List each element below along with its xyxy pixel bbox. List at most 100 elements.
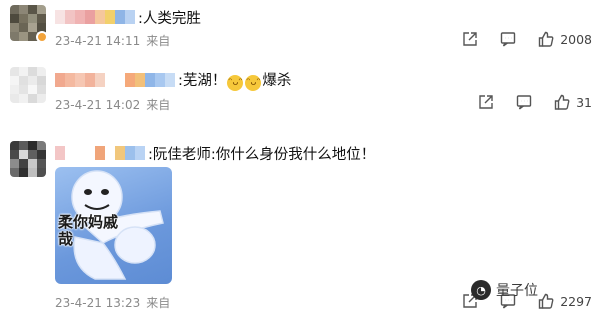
mosaic-cell bbox=[19, 32, 28, 41]
username-pixel bbox=[115, 10, 125, 24]
haha-emoji-icon: ᵔᴗᵔ bbox=[227, 75, 244, 91]
username-pixel bbox=[105, 10, 115, 24]
mosaic-cell bbox=[10, 67, 19, 76]
mosaic-cell bbox=[10, 5, 19, 14]
mosaic-cell bbox=[10, 94, 19, 103]
mosaic-cell bbox=[37, 150, 46, 159]
mosaic-cell bbox=[28, 23, 37, 32]
avatar[interactable] bbox=[10, 141, 46, 177]
mosaic-cell bbox=[19, 150, 28, 159]
mosaic-cell bbox=[37, 5, 46, 14]
username-pixel bbox=[65, 146, 75, 160]
comment-source: 来自 bbox=[146, 34, 171, 48]
watermark: ◔ 量子位 bbox=[471, 280, 538, 300]
comment-time: 23-4-21 14:11 bbox=[55, 34, 141, 48]
mosaic-cell bbox=[37, 159, 46, 168]
mosaic-cell bbox=[10, 14, 19, 23]
like-button[interactable]: 31 bbox=[553, 93, 592, 111]
like-button[interactable]: 2008 bbox=[537, 30, 592, 48]
username-pixel bbox=[135, 73, 145, 87]
username-pixel bbox=[55, 73, 65, 87]
avatar-mosaic bbox=[10, 141, 46, 177]
mosaic-cell bbox=[19, 168, 28, 177]
mosaic-cell bbox=[28, 141, 37, 150]
mosaic-cell bbox=[28, 67, 37, 76]
mosaic-cell bbox=[19, 23, 28, 32]
comment-meta: 23-4-21 14:11 来自 bbox=[55, 32, 170, 49]
mosaic-cell bbox=[28, 14, 37, 23]
comment-text-end: 爆杀 bbox=[262, 73, 292, 89]
like-count: 2008 bbox=[560, 31, 592, 47]
mosaic-cell bbox=[19, 159, 28, 168]
username-pixel bbox=[95, 10, 105, 24]
comment-button[interactable] bbox=[515, 93, 533, 111]
username-pixel bbox=[95, 146, 105, 160]
username-pixel bbox=[105, 73, 115, 87]
mosaic-cell bbox=[19, 5, 28, 14]
like-count: 31 bbox=[576, 94, 592, 110]
mosaic-cell bbox=[37, 67, 46, 76]
haha-emoji-icon: ᵔᴗᵔ bbox=[245, 75, 262, 91]
share-icon bbox=[461, 30, 479, 48]
mosaic-cell bbox=[28, 5, 37, 14]
username-pixel bbox=[165, 73, 175, 87]
watermark-text: 量子位 bbox=[496, 283, 538, 299]
comment-meta: 23-4-21 13:23 来自 bbox=[55, 294, 170, 311]
thumbs-up-icon bbox=[537, 292, 555, 310]
mosaic-cell bbox=[28, 159, 37, 168]
sticker-image[interactable]: 柔你妈戚哉 bbox=[55, 167, 172, 284]
thumbs-up-icon bbox=[537, 30, 555, 48]
mosaic-cell bbox=[19, 94, 28, 103]
mosaic-cell bbox=[28, 94, 37, 103]
comment-time: 23-4-21 13:23 bbox=[55, 296, 141, 310]
username-pixel bbox=[135, 146, 145, 160]
comment-source: 来自 bbox=[146, 98, 171, 112]
comment-source: 来自 bbox=[146, 296, 171, 310]
mosaic-cell bbox=[10, 150, 19, 159]
username-pixel bbox=[65, 73, 75, 87]
mosaic-cell bbox=[37, 76, 46, 85]
mosaic-cell bbox=[19, 76, 28, 85]
share-button[interactable] bbox=[461, 30, 479, 48]
username-pixel bbox=[115, 73, 125, 87]
comment-button[interactable] bbox=[499, 30, 517, 48]
mosaic-cell bbox=[28, 150, 37, 159]
username-pixel bbox=[75, 146, 85, 160]
mosaic-cell bbox=[19, 85, 28, 94]
comment-text-start: :芜湖！ bbox=[178, 73, 227, 89]
mosaic-cell bbox=[28, 85, 37, 94]
comment-text: :人类完胜 bbox=[138, 10, 201, 27]
mosaic-cell bbox=[19, 67, 28, 76]
avatar[interactable] bbox=[10, 67, 46, 103]
verified-badge-icon bbox=[36, 31, 48, 43]
username-pixel bbox=[115, 146, 125, 160]
avatar-mosaic bbox=[10, 67, 46, 103]
mosaic-cell bbox=[10, 23, 19, 32]
username-blurred[interactable] bbox=[55, 10, 135, 24]
comment-icon bbox=[499, 30, 517, 48]
mosaic-cell bbox=[10, 159, 19, 168]
username-pixel bbox=[75, 10, 85, 24]
thumbs-up-icon bbox=[553, 93, 571, 111]
share-button[interactable] bbox=[477, 93, 495, 111]
username-pixel bbox=[145, 73, 155, 87]
mosaic-cell bbox=[28, 76, 37, 85]
mosaic-cell bbox=[19, 141, 28, 150]
mosaic-cell bbox=[37, 168, 46, 177]
mosaic-cell bbox=[10, 168, 19, 177]
comment-item: :芜湖！ ᵔᴗᵔ ᵔᴗᵔ 爆杀 23-4-21 14:02 来自 31 bbox=[0, 60, 600, 122]
wechat-icon: ◔ bbox=[471, 280, 491, 300]
username-pixel bbox=[65, 10, 75, 24]
mosaic-cell bbox=[10, 76, 19, 85]
like-button[interactable]: 2297 bbox=[537, 292, 592, 310]
username-pixel bbox=[85, 73, 95, 87]
username-blurred[interactable] bbox=[55, 73, 175, 87]
comment-header: :芜湖！ ᵔᴗᵔ ᵔᴗᵔ 爆杀 bbox=[55, 70, 292, 91]
comment-header: :阮佳老师:你什么身份我什么地位！ bbox=[55, 143, 375, 163]
username-blurred[interactable] bbox=[55, 146, 145, 160]
comment-text: :阮佳老师:你什么身份我什么地位！ bbox=[148, 146, 376, 163]
comment-header: :人类完胜 bbox=[55, 7, 201, 27]
username-pixel bbox=[155, 73, 165, 87]
share-icon bbox=[477, 93, 495, 111]
mosaic-cell bbox=[28, 168, 37, 177]
